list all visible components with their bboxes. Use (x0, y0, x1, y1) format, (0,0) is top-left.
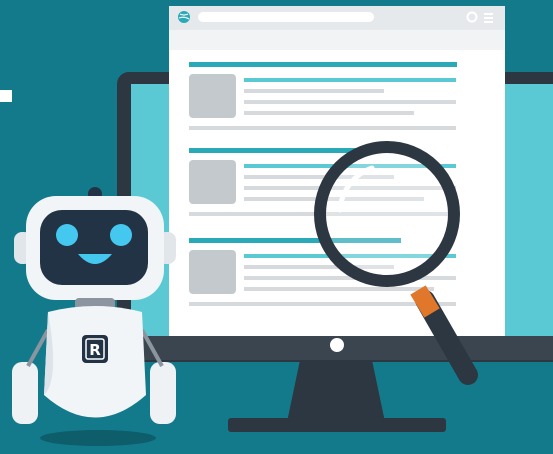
robot-eye-left (56, 224, 78, 246)
seo-robot-illustration: R (0, 0, 553, 454)
result-text-line (244, 287, 434, 291)
result-thumbnail (189, 160, 236, 204)
result-title-bar (189, 148, 357, 153)
robot-eye-right (110, 224, 132, 246)
robot-arm-left (12, 362, 38, 424)
result-thumbnail (189, 74, 236, 118)
result-text-line (244, 100, 456, 104)
robot-face-screen (40, 210, 148, 285)
monitor-power-light (330, 338, 344, 352)
monitor-stand-neck (287, 360, 385, 422)
robot-badge-letter: R (89, 341, 101, 359)
result-title-bar (189, 62, 457, 67)
result-thumbnail (189, 250, 236, 294)
address-bar[interactable] (198, 12, 374, 22)
decorative-square (0, 90, 12, 102)
result-text-line (244, 89, 384, 93)
magnifier-lens (314, 141, 460, 287)
monitor-stand-base (228, 418, 446, 432)
menu-icon[interactable] (484, 13, 493, 23)
robot-arm-right (150, 362, 176, 424)
result-link-bar (244, 78, 456, 82)
magnifier-collar (410, 285, 440, 318)
robot-shadow (40, 430, 156, 446)
browser-toolbar-strip (169, 30, 505, 50)
result-text-line (244, 111, 414, 115)
globe-icon (178, 11, 190, 23)
result-text-line (189, 126, 456, 130)
